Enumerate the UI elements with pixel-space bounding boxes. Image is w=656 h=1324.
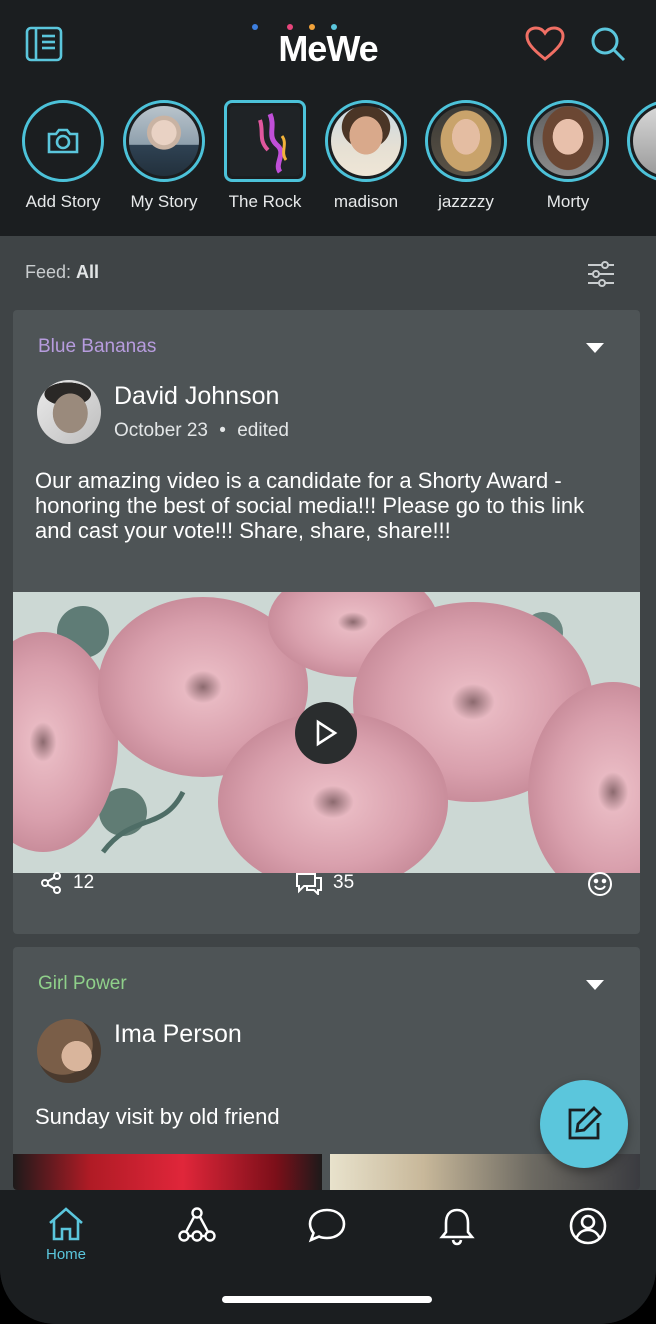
post-card: Blue Bananas David Johnson October 23 • … xyxy=(13,310,640,934)
emoji-reaction-icon[interactable] xyxy=(587,871,613,897)
feed-value: All xyxy=(76,262,100,282)
chevron-down-icon[interactable] xyxy=(586,980,604,990)
bottom-nav: Home xyxy=(0,1190,656,1324)
feed-prefix: Feed: xyxy=(25,262,72,282)
story-avatar-ring xyxy=(22,100,104,182)
story-avatar-ring xyxy=(224,100,306,182)
profile-icon xyxy=(569,1207,607,1245)
share-action[interactable]: 12 xyxy=(39,871,94,895)
play-button[interactable] xyxy=(295,702,357,764)
story-the-rock[interactable]: The Rock xyxy=(217,100,313,212)
nav-home-label: Home xyxy=(45,1246,86,1263)
app-screen: MeWe Add Story My Story The Rock madison… xyxy=(0,0,656,1324)
post-date: October 23 xyxy=(114,420,208,441)
post-group-name[interactable]: Blue Bananas xyxy=(38,336,156,358)
post-image[interactable] xyxy=(13,1154,322,1190)
story-thumbnail xyxy=(230,106,300,176)
post-text: Sunday visit by old friend xyxy=(35,1104,280,1129)
search-icon[interactable] xyxy=(588,24,628,64)
compose-button[interactable] xyxy=(540,1080,628,1168)
story-avatar-ring xyxy=(123,100,205,182)
avatar xyxy=(331,106,401,176)
post-text: Our amazing video is a candidate for a S… xyxy=(35,468,585,543)
nav-profile[interactable] xyxy=(548,1206,628,1246)
chat-icon xyxy=(308,1208,346,1243)
story-avatar-ring xyxy=(627,100,656,182)
bell-icon xyxy=(439,1208,475,1246)
post-group-name[interactable]: Girl Power xyxy=(38,973,127,995)
story-label: Add Story xyxy=(25,192,101,211)
post-meta: October 23 • edited xyxy=(114,420,289,442)
story-add[interactable]: Add Story xyxy=(15,100,111,212)
story-label: The Rock xyxy=(228,192,302,211)
share-count: 12 xyxy=(73,872,95,893)
avatar[interactable] xyxy=(37,1019,101,1083)
story-partial[interactable] xyxy=(620,100,656,182)
home-icon xyxy=(49,1207,83,1241)
story-madison[interactable]: madison xyxy=(318,100,414,212)
camera-icon xyxy=(28,106,98,176)
comment-action[interactable]: 35 xyxy=(295,871,354,895)
share-icon xyxy=(41,872,61,894)
post-actions: 12 35 xyxy=(13,591,640,896)
chevron-down-icon[interactable] xyxy=(586,343,604,353)
avatar xyxy=(633,106,656,176)
filter-sliders-icon[interactable] xyxy=(586,260,616,288)
story-morty[interactable]: Morty xyxy=(520,100,616,212)
post-author[interactable]: David Johnson xyxy=(114,382,279,411)
story-label: jazzzzy xyxy=(438,192,494,211)
story-label: My Story xyxy=(130,192,198,211)
feed-selector[interactable]: Feed: All xyxy=(25,262,99,283)
story-avatar-ring xyxy=(425,100,507,182)
avatar xyxy=(533,106,603,176)
comment-count: 35 xyxy=(333,872,355,893)
compose-icon xyxy=(568,1106,602,1140)
story-jazzzzy[interactable]: jazzzzy xyxy=(418,100,514,212)
meta-separator: • xyxy=(219,420,226,441)
nav-network[interactable] xyxy=(157,1206,237,1244)
feed: Feed: All Blue Bananas David Johnson Oct… xyxy=(0,236,656,1190)
post-card: Girl Power Ima Person Sunday visit by ol… xyxy=(13,947,640,1190)
nav-notifications[interactable] xyxy=(417,1206,497,1246)
home-indicator xyxy=(222,1296,432,1303)
post-author[interactable]: Ima Person xyxy=(114,1020,242,1049)
post-edited: edited xyxy=(237,420,289,441)
story-avatar-ring xyxy=(325,100,407,182)
avatar xyxy=(431,106,501,176)
story-avatar-ring xyxy=(527,100,609,182)
stories-row: Add Story My Story The Rock madison jazz… xyxy=(0,92,656,236)
heart-icon[interactable] xyxy=(525,24,565,64)
avatar xyxy=(129,106,199,176)
nav-home[interactable]: Home xyxy=(26,1206,106,1263)
story-label: Morty xyxy=(546,192,590,211)
network-icon xyxy=(178,1207,216,1242)
avatar[interactable] xyxy=(37,380,101,444)
story-label: madison xyxy=(333,192,399,211)
nav-chat[interactable] xyxy=(287,1206,367,1244)
top-bar: MeWe xyxy=(0,0,656,92)
comment-icon xyxy=(296,873,322,895)
story-my-story[interactable]: My Story xyxy=(116,100,212,212)
